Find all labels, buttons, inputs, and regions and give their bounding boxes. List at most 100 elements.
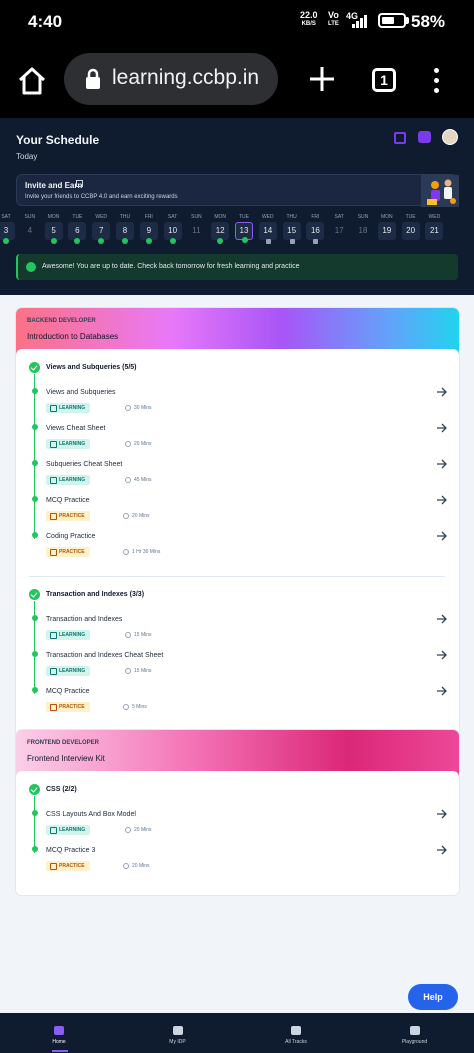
calendar-icon[interactable]	[394, 132, 406, 144]
section-title[interactable]: Transaction and Indexes (3/3)	[46, 591, 144, 598]
item-title[interactable]: Coding Practice	[46, 533, 95, 540]
item-duration: 1 Hr 30 Mins	[132, 549, 161, 555]
calendar-day[interactable]: MON 12	[210, 214, 230, 244]
calendar-day-number: 11	[192, 226, 201, 235]
item-title[interactable]: Views and Subqueries	[46, 389, 116, 396]
item-duration: 45 Mins	[134, 477, 152, 483]
invite-banner[interactable]: Invite and Earn Invite your friends to C…	[16, 174, 459, 207]
item-title[interactable]: Transaction and Indexes Cheat Sheet	[46, 652, 163, 659]
tab-switcher-button[interactable]: 1	[372, 68, 396, 92]
calendar-day-number: 10	[163, 222, 182, 244]
arrow-right-icon[interactable]	[436, 531, 448, 541]
help-button[interactable]: Help	[408, 984, 458, 1010]
idp-icon	[172, 1026, 183, 1035]
calendar-day[interactable]: SAT 3	[0, 214, 16, 244]
calendar-day[interactable]: WED 7	[91, 214, 111, 244]
item-duration: 15 Mins	[134, 632, 152, 638]
status-bar: 4:40 22.0 KB/S Vo LTE 4G 58%	[0, 0, 474, 44]
item-duration: 20 Mins	[134, 441, 152, 447]
calendar-day-name: THU	[286, 214, 297, 220]
calendar-day-number: 3	[0, 222, 15, 244]
avatar[interactable]	[442, 129, 458, 145]
more-menu-icon[interactable]	[430, 66, 444, 96]
arrow-right-icon[interactable]	[436, 459, 448, 469]
calendar-day[interactable]: THU 8	[115, 214, 135, 244]
section-title[interactable]: CSS (2/2)	[46, 786, 77, 793]
learning-badge: LEARNING	[46, 666, 91, 676]
nav-item-home[interactable]: Home	[0, 1013, 118, 1053]
calendar-day[interactable]: MON 19	[377, 214, 397, 240]
item-title[interactable]: CSS Layouts And Box Model	[46, 811, 136, 818]
section-progress-line	[34, 374, 35, 539]
calendar-day[interactable]: WED 14	[258, 214, 278, 244]
url-text: learning.ccbp.in	[112, 66, 260, 89]
arrow-right-icon[interactable]	[436, 495, 448, 505]
calendar-day[interactable]: SUN 4	[20, 214, 40, 240]
completed-dot-icon	[3, 238, 9, 244]
section-title[interactable]: Views and Subqueries (5/5)	[46, 364, 137, 371]
arrow-right-icon[interactable]	[436, 686, 448, 696]
calendar-day[interactable]: SUN 18	[353, 214, 373, 240]
lock-icon	[86, 68, 100, 89]
learning-badge: LEARNING	[46, 403, 91, 413]
calendar-day-name: SAT	[334, 214, 344, 220]
completed-dot-icon	[50, 238, 57, 244]
arrow-right-icon[interactable]	[436, 845, 448, 855]
item-title[interactable]: Transaction and Indexes	[46, 616, 122, 623]
chat-icon[interactable]	[418, 131, 431, 143]
arrow-right-icon[interactable]	[436, 650, 448, 660]
calendar-day-name: MON	[47, 214, 60, 220]
section-divider	[29, 576, 445, 577]
calendar-day[interactable]: WED 21	[424, 214, 444, 240]
calendar-day[interactable]: SAT 17	[329, 214, 349, 240]
course-category: FRONTEND DEVELOPER	[27, 740, 100, 746]
home-icon[interactable]	[16, 65, 48, 97]
item-title[interactable]: Subqueries Cheat Sheet	[46, 461, 122, 468]
calendar-day-number: 18	[358, 226, 368, 235]
item-title[interactable]: MCQ Practice	[46, 497, 90, 504]
calendar-day-name: WED	[95, 214, 108, 220]
item-duration: 20 Mins	[134, 827, 152, 833]
clock-icon	[125, 827, 131, 833]
calendar-day-name: TUE	[239, 214, 249, 220]
clock-icon	[123, 513, 129, 519]
calendar-day-number: 6	[68, 222, 87, 244]
calendar-day[interactable]: TUE 13	[234, 214, 254, 243]
nav-item-playground[interactable]: Playground	[356, 1013, 474, 1053]
calendar-day[interactable]: TUE 20	[401, 214, 421, 240]
item-title[interactable]: MCQ Practice 3	[46, 847, 95, 854]
up-to-date-banner: Awesome! You are up to date. Check back …	[16, 254, 458, 280]
invite-illustration	[421, 175, 459, 207]
arrow-right-icon[interactable]	[436, 809, 448, 819]
calendar-day[interactable]: FRI 16	[305, 214, 325, 244]
calendar-day[interactable]: THU 15	[282, 214, 302, 244]
course-title: Introduction to Databases	[27, 332, 119, 341]
learning-badge: LEARNING	[46, 825, 91, 835]
calendar-day[interactable]: SUN 11	[186, 214, 206, 240]
arrow-right-icon[interactable]	[436, 614, 448, 624]
nav-item-all-tracks[interactable]: All Tracks	[237, 1013, 355, 1053]
week-calendar-strip: SAT 3 SUN 4 MON 5 TUE 6 WED 7 THU 8 FRI 9 SAT 10 SUN 11 MO…	[0, 214, 474, 244]
completed-dot-icon	[74, 238, 81, 244]
course-card: BACKEND DEVELOPER Introduction to Databas…	[16, 308, 459, 736]
main-content: BACKEND DEVELOPER Introduction to Databas…	[0, 292, 474, 1013]
calendar-day[interactable]: SAT 10	[163, 214, 183, 244]
arrow-right-icon[interactable]	[436, 423, 448, 433]
completed-dot-icon	[217, 238, 224, 244]
new-tab-icon[interactable]	[306, 63, 338, 95]
course-card-body: Views and Subqueries (5/5) Views and Subq…	[16, 349, 459, 736]
arrow-right-icon[interactable]	[436, 387, 448, 397]
clock-icon	[123, 549, 129, 555]
item-title[interactable]: Views Cheat Sheet	[46, 425, 105, 432]
calendar-day-number: 9	[139, 222, 158, 244]
learning-badge: LEARNING	[46, 475, 91, 485]
item-complete-dot	[32, 532, 38, 538]
calendar-day[interactable]: TUE 6	[67, 214, 87, 244]
calendar-day[interactable]: MON 5	[44, 214, 64, 244]
clock-icon	[123, 704, 129, 710]
item-title[interactable]: MCQ Practice	[46, 688, 90, 695]
nav-item-my-idp[interactable]: My IDP	[119, 1013, 237, 1053]
address-bar[interactable]: learning.ccbp.in	[64, 53, 278, 105]
calendar-day[interactable]: FRI 9	[139, 214, 159, 244]
item-duration: 5 Mins	[132, 704, 147, 710]
